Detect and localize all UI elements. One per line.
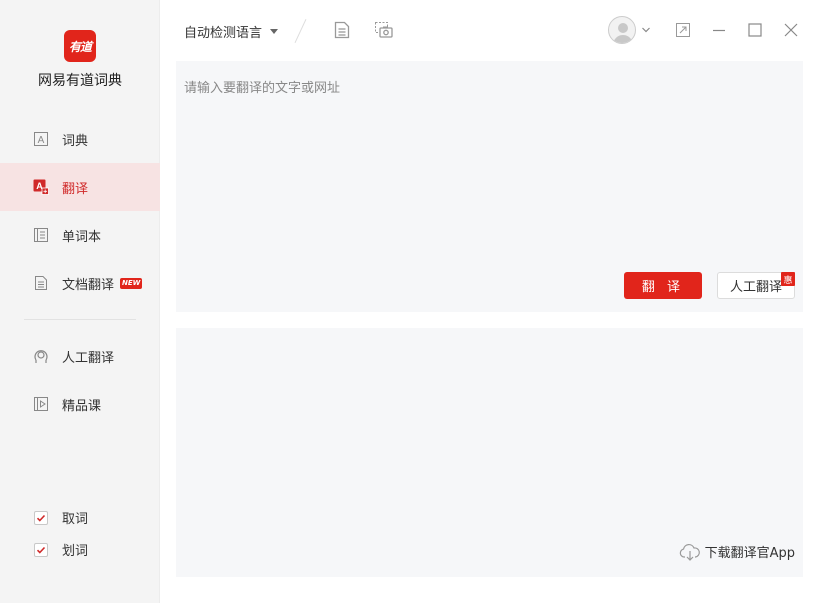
sidebar-item-document-translate[interactable]: 文档翻译 NEW bbox=[0, 259, 160, 307]
new-badge: NEW bbox=[120, 277, 143, 289]
screenshot-camera-icon bbox=[375, 22, 393, 38]
check-icon bbox=[36, 546, 46, 554]
avatar bbox=[608, 16, 636, 44]
close-icon bbox=[784, 23, 798, 37]
sidebar-item-label: 精品课 bbox=[62, 398, 102, 414]
sidebar-item-label: 词典 bbox=[62, 133, 89, 149]
check-icon bbox=[36, 514, 46, 522]
screenshot-translate-button[interactable] bbox=[374, 20, 394, 40]
word-select-checkbox[interactable] bbox=[34, 542, 48, 557]
maximize-button[interactable] bbox=[745, 20, 765, 40]
source-text-input[interactable] bbox=[184, 77, 784, 257]
sidebar-item-label: 单词本 bbox=[62, 229, 102, 245]
app-name: 网易有道词典 bbox=[38, 73, 122, 89]
translate-icon: A bbox=[32, 178, 50, 196]
maximize-icon bbox=[748, 23, 762, 37]
file-translate-button[interactable] bbox=[332, 20, 352, 40]
sidebar-item-label: 翻译 bbox=[62, 181, 89, 197]
word-select-label: 划词 bbox=[62, 544, 89, 559]
discount-tag: 惠 bbox=[781, 272, 795, 286]
word-capture-checkbox[interactable] bbox=[34, 510, 48, 525]
human-translate-button[interactable]: 人工翻译 惠 bbox=[717, 272, 795, 299]
sidebar-item-label: 人工翻译 bbox=[62, 350, 115, 366]
translation-result-panel: 下载翻译官App bbox=[176, 328, 803, 577]
user-menu[interactable] bbox=[608, 16, 651, 44]
download-app-label: 下载翻译官App bbox=[704, 546, 795, 561]
file-icon bbox=[334, 21, 350, 39]
sidebar-item-label: 文档翻译 bbox=[62, 277, 115, 293]
chevron-down-icon bbox=[642, 27, 650, 33]
sidebar-item-human-translate[interactable]: 人工翻译 bbox=[0, 332, 160, 380]
course-icon bbox=[32, 395, 50, 413]
app-logo: 有道 bbox=[64, 30, 96, 62]
expand-window-button[interactable] bbox=[673, 20, 693, 40]
translate-button[interactable]: 翻 译 bbox=[624, 272, 702, 299]
expand-icon bbox=[676, 23, 690, 37]
minimize-icon bbox=[713, 29, 725, 32]
download-app-link[interactable]: 下载翻译官App bbox=[679, 542, 795, 561]
toolbar-separator bbox=[294, 19, 307, 43]
sidebar-item-dictionary[interactable]: A 词典 bbox=[0, 115, 160, 163]
wordbook-icon bbox=[32, 226, 50, 244]
source-text-panel: 翻 译 人工翻译 惠 bbox=[176, 61, 803, 312]
cloud-download-icon bbox=[679, 543, 700, 561]
close-button[interactable] bbox=[781, 20, 801, 40]
language-select[interactable]: 自动检测语言 bbox=[184, 22, 279, 41]
top-toolbar: 自动检测语言 bbox=[160, 0, 821, 60]
sidebar-item-wordbook[interactable]: 单词本 bbox=[0, 211, 160, 259]
minimize-button[interactable] bbox=[709, 20, 729, 40]
word-capture-label: 取词 bbox=[62, 512, 89, 527]
sidebar-item-course[interactable]: 精品课 bbox=[0, 380, 160, 428]
chevron-down-icon bbox=[270, 29, 279, 34]
language-select-label: 自动检测语言 bbox=[184, 26, 263, 41]
logo-text: 有道 bbox=[68, 39, 92, 54]
sidebar: 有道 网易有道词典 A 词典 A 翻译 单词本 文档翻译 NEW 人工翻译 精品… bbox=[0, 0, 160, 603]
sidebar-divider bbox=[24, 319, 136, 320]
document-icon bbox=[32, 274, 50, 292]
user-icon bbox=[613, 23, 633, 43]
human-translate-label: 人工翻译 bbox=[729, 280, 782, 295]
word-capture-toggle[interactable]: 取词 bbox=[34, 508, 88, 527]
word-select-toggle[interactable]: 划词 bbox=[34, 540, 88, 559]
svg-text:A: A bbox=[38, 135, 45, 146]
sidebar-item-translate[interactable]: A 翻译 bbox=[0, 163, 160, 211]
dictionary-icon: A bbox=[32, 130, 50, 148]
human-translate-icon bbox=[32, 347, 50, 365]
